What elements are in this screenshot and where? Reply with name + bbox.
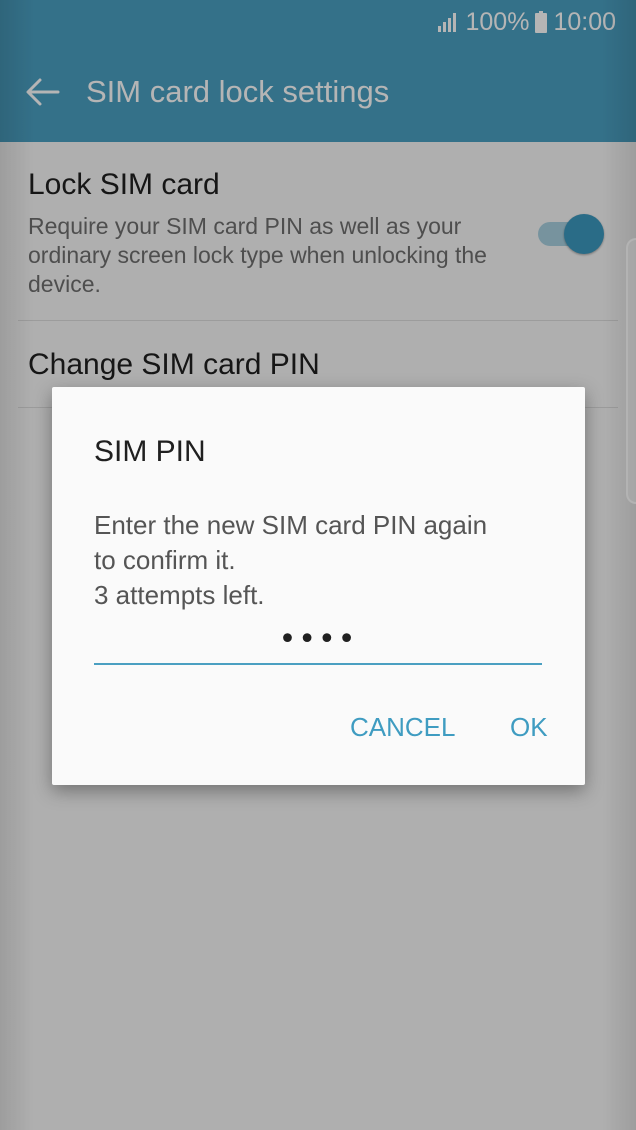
sim-pin-dialog: SIM PIN Enter the new SIM card PIN again… (52, 387, 585, 785)
ok-button[interactable]: OK (510, 707, 548, 747)
dialog-message-line2: to confirm it. (94, 545, 236, 575)
screen: 100% 10:00 SIM card lock settings Lock S… (0, 0, 636, 1130)
dialog-message: Enter the new SIM card PIN again to conf… (94, 508, 554, 613)
cancel-button[interactable]: CANCEL (350, 707, 455, 747)
dialog-title: SIM PIN (94, 435, 206, 468)
dialog-message-line1: Enter the new SIM card PIN again (94, 510, 488, 540)
attempts-left-text: 3 attempts left. (94, 580, 265, 610)
pin-input[interactable] (94, 615, 542, 665)
